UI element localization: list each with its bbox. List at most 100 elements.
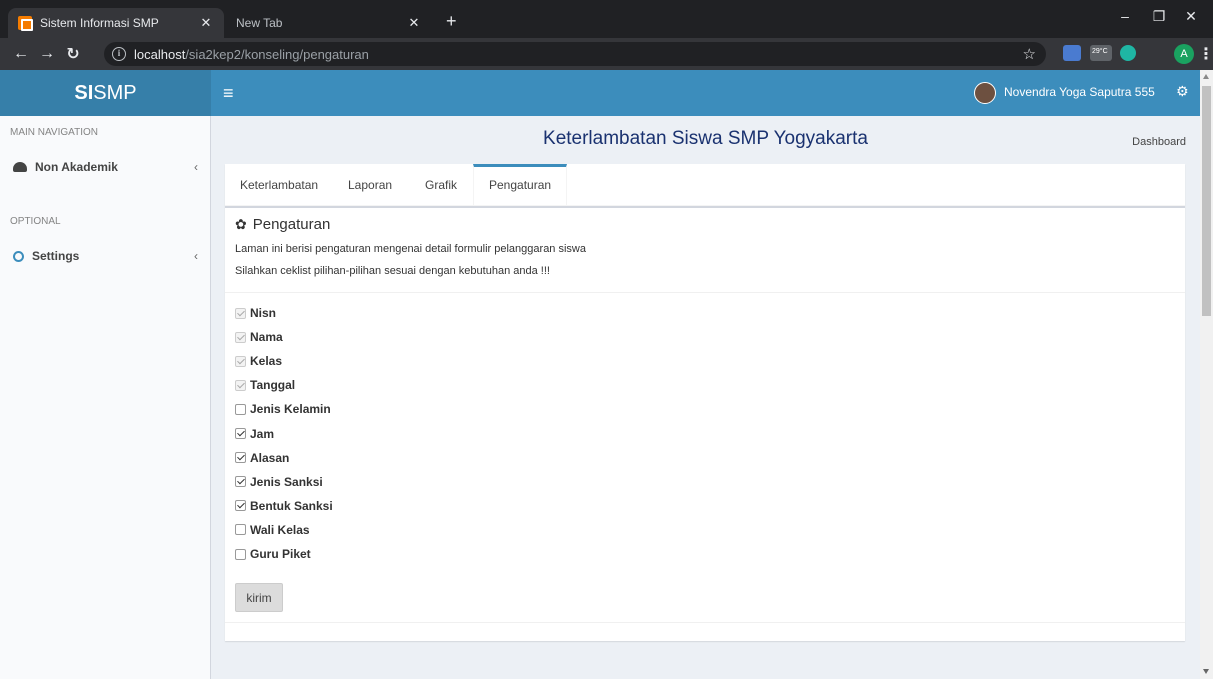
scroll-down-icon[interactable] — [1203, 669, 1209, 674]
section-title: ✿ Pengaturan — [235, 216, 330, 233]
checkbox[interactable] — [235, 548, 246, 560]
bookmark-star-icon[interactable]: ☆ — [1023, 45, 1036, 63]
scroll-up-icon[interactable] — [1203, 74, 1209, 79]
chevron-left-icon: ‹ — [194, 160, 198, 174]
browser-menu-icon[interactable]: ⋮ — [1198, 44, 1213, 64]
page-title: Keterlambatan Siswa SMP Yogyakarta — [543, 128, 868, 149]
logo[interactable]: SISMP — [0, 70, 211, 116]
forward-icon[interactable]: → — [34, 45, 60, 63]
checkbox — [235, 379, 246, 391]
browser-tab-active[interactable]: Sistem Informasi SMP ✕ — [8, 8, 224, 38]
gears-icon[interactable]: ⚙ — [1176, 83, 1189, 100]
scroll-thumb[interactable] — [1202, 86, 1211, 316]
browser-toolbar: ← → ↻ i localhost/sia2kep2/konseling/pen… — [0, 38, 1213, 70]
close-icon[interactable]: ✕ — [198, 15, 214, 31]
weather-icon[interactable]: 29°C — [1090, 45, 1112, 61]
sidebar: MAIN NAVIGATION Non Akademik ‹ OPTIONAL … — [0, 116, 211, 679]
extension-m-icon[interactable] — [1120, 45, 1136, 61]
sidebar-item-label: Non Akademik — [35, 160, 118, 174]
profile-avatar[interactable]: A — [1174, 44, 1194, 64]
checkbox-row[interactable]: Alasan — [235, 451, 289, 465]
checkbox[interactable] — [235, 524, 246, 536]
checkbox-row[interactable]: Kelas — [235, 354, 282, 368]
logo-rest: SMP — [93, 82, 137, 104]
back-icon[interactable]: ← — [8, 45, 34, 63]
checkbox-label: Guru Piket — [250, 547, 311, 561]
checkbox-label: Jenis Sanksi — [250, 474, 323, 489]
weather-temp: 29°C — [1092, 48, 1108, 55]
xampp-favicon-icon — [18, 16, 33, 31]
checkbox-row[interactable]: Tanggal — [235, 378, 295, 392]
circle-icon — [13, 250, 24, 262]
scrollbar[interactable] — [1200, 70, 1213, 679]
box-footer — [225, 622, 1185, 623]
sidebar-header-optional: OPTIONAL — [10, 216, 61, 227]
sidebar-item-settings[interactable]: Settings ‹ — [13, 249, 198, 263]
submit-button[interactable]: kirim — [235, 583, 283, 612]
tab-grafik[interactable]: Grafik — [410, 164, 472, 205]
new-tab-icon[interactable]: + — [446, 12, 457, 30]
checkbox[interactable] — [235, 403, 246, 415]
info-icon[interactable]: i — [112, 47, 126, 61]
checkbox[interactable] — [235, 476, 246, 488]
checkbox[interactable] — [235, 428, 246, 439]
checkbox-row[interactable]: Jenis Sanksi — [235, 475, 323, 489]
browser-tab-bar: Sistem Informasi SMP ✕ New Tab ✕ + – ❐ ✕ — [0, 0, 1213, 38]
checkbox — [235, 355, 246, 367]
user-name[interactable]: Novendra Yoga Saputra 555 — [1004, 85, 1155, 99]
checkbox-row[interactable]: Nisn — [235, 306, 276, 320]
tab-divider — [225, 206, 1185, 208]
tab-pengaturan[interactable]: Pengaturan — [473, 164, 568, 205]
checkbox-label: Bentuk Sanksi — [250, 498, 333, 513]
section-title-text: Pengaturan — [252, 216, 331, 233]
url-path: /sia2kep2/konseling/pengaturan — [185, 46, 369, 62]
checkbox-row[interactable]: Jam — [235, 427, 274, 441]
logo-bold: SI — [74, 82, 94, 104]
tab-keterlambatan[interactable]: Keterlambatan — [225, 164, 333, 205]
top-navbar: ≡ Novendra Yoga Saputra 555 ⚙ — [211, 70, 1200, 116]
gear-icon: ✿ — [235, 216, 247, 232]
dashboard-icon — [13, 162, 27, 172]
avatar[interactable] — [974, 82, 996, 104]
checkbox-row[interactable]: Jenis Kelamin — [235, 402, 331, 416]
reload-icon[interactable]: ↻ — [60, 44, 86, 64]
tab-title: Sistem Informasi SMP — [40, 16, 159, 30]
restore-icon[interactable]: ❐ — [1144, 8, 1174, 25]
minimize-icon[interactable]: – — [1110, 8, 1140, 24]
divider — [225, 292, 1185, 293]
checkbox-label: Nisn — [250, 306, 277, 320]
checkbox — [235, 331, 246, 343]
close-window-icon[interactable]: ✕ — [1176, 8, 1206, 25]
checkbox-label: Alasan — [250, 450, 290, 465]
sidebar-header-main: MAIN NAVIGATION — [10, 127, 98, 138]
checkbox-label: Wali Kelas — [250, 522, 310, 537]
close-icon[interactable]: ✕ — [406, 15, 422, 31]
checkbox-label: Tanggal — [250, 378, 296, 393]
settings-box: Keterlambatan Laporan Grafik Pengaturan … — [225, 164, 1185, 641]
extension-icon[interactable] — [1063, 45, 1081, 61]
breadcrumb[interactable]: Dashboard — [1132, 136, 1186, 148]
main-content: Keterlambatan Siswa SMP Yogyakarta Dashb… — [211, 116, 1200, 679]
menu-toggle-icon[interactable]: ≡ — [223, 83, 234, 104]
checkbox[interactable] — [235, 452, 246, 464]
description-2: Silahkan ceklist pilihan-pilihan sesuai … — [235, 265, 550, 277]
checkbox[interactable] — [235, 500, 246, 512]
checkbox-row[interactable]: Wali Kelas — [235, 523, 310, 537]
url-host: localhost — [134, 46, 186, 62]
chevron-left-icon: ‹ — [194, 249, 198, 263]
sidebar-item-label: Settings — [32, 249, 80, 263]
tab-laporan[interactable]: Laporan — [333, 164, 407, 205]
checkbox-row[interactable]: Guru Piket — [235, 547, 311, 561]
checkbox-row[interactable]: Nama — [235, 330, 283, 344]
checkbox-label: Kelas — [250, 354, 283, 369]
app: SISMP ≡ Novendra Yoga Saputra 555 ⚙ MAIN… — [0, 70, 1200, 679]
checkbox-label: Jenis Kelamin — [250, 402, 331, 417]
checkbox-row[interactable]: Bentuk Sanksi — [235, 499, 333, 513]
checkbox — [235, 307, 246, 319]
checkbox-label: Nama — [250, 330, 283, 345]
browser-tab-inactive[interactable]: New Tab ✕ — [226, 8, 432, 38]
description-1: Laman ini berisi pengaturan mengenai det… — [235, 243, 586, 255]
sidebar-item-non-akademik[interactable]: Non Akademik ‹ — [13, 160, 198, 174]
address-bar[interactable]: i localhost/sia2kep2/konseling/pengatura… — [104, 42, 1046, 66]
tab-bar: Keterlambatan Laporan Grafik Pengaturan — [225, 164, 1185, 206]
